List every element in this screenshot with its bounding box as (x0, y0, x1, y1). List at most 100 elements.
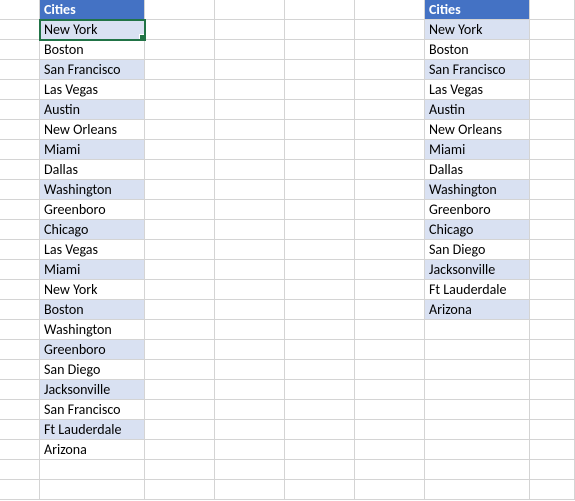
left-list-cell[interactable]: Jacksonville (40, 380, 145, 400)
left-list-cell[interactable]: Boston (40, 40, 145, 60)
empty-cell[interactable] (215, 40, 285, 60)
selected-cell[interactable]: New York (40, 20, 145, 40)
empty-cell[interactable] (215, 420, 285, 440)
empty-cell[interactable] (530, 80, 575, 100)
empty-cell[interactable] (530, 460, 575, 480)
empty-cell[interactable] (215, 480, 285, 500)
empty-cell[interactable] (145, 400, 215, 420)
right-list-cell[interactable]: Boston (425, 40, 530, 60)
empty-cell[interactable] (530, 220, 575, 240)
empty-cell[interactable] (285, 480, 355, 500)
cell[interactable] (40, 480, 145, 500)
empty-cell[interactable] (215, 140, 285, 160)
empty-cell[interactable] (145, 240, 215, 260)
empty-cell[interactable] (530, 60, 575, 80)
empty-cell[interactable] (355, 180, 425, 200)
left-list-cell[interactable]: Greenboro (40, 340, 145, 360)
empty-cell[interactable] (285, 400, 355, 420)
empty-cell[interactable] (285, 120, 355, 140)
empty-cell[interactable] (215, 300, 285, 320)
empty-cell[interactable] (0, 220, 40, 240)
left-list-cell[interactable]: New Orleans (40, 120, 145, 140)
empty-cell[interactable] (530, 160, 575, 180)
empty-cell[interactable] (145, 280, 215, 300)
left-list-cell[interactable]: Chicago (40, 220, 145, 240)
right-list-cell[interactable]: Dallas (425, 160, 530, 180)
empty-cell[interactable] (0, 80, 40, 100)
left-list-cell[interactable]: Washington (40, 320, 145, 340)
left-list-cell[interactable]: New York (40, 280, 145, 300)
empty-cell[interactable] (145, 380, 215, 400)
cell[interactable] (40, 460, 145, 480)
left-list-cell[interactable]: Las Vegas (40, 240, 145, 260)
empty-cell[interactable] (0, 100, 40, 120)
empty-cell[interactable] (530, 260, 575, 280)
cell[interactable] (425, 380, 530, 400)
right-list-cell[interactable]: Miami (425, 140, 530, 160)
empty-cell[interactable] (355, 440, 425, 460)
empty-cell[interactable] (285, 140, 355, 160)
empty-cell[interactable] (530, 380, 575, 400)
cell[interactable] (425, 360, 530, 380)
empty-cell[interactable] (355, 120, 425, 140)
empty-cell[interactable] (285, 100, 355, 120)
empty-cell[interactable] (530, 340, 575, 360)
cell[interactable] (425, 320, 530, 340)
empty-cell[interactable] (530, 420, 575, 440)
empty-cell[interactable] (215, 120, 285, 140)
empty-cell[interactable] (530, 40, 575, 60)
spreadsheet-grid[interactable]: CitiesCitiesNew YorkNew YorkBostonBoston… (0, 0, 575, 500)
empty-cell[interactable] (215, 240, 285, 260)
empty-cell[interactable] (0, 400, 40, 420)
empty-cell[interactable] (0, 480, 40, 500)
empty-cell[interactable] (0, 160, 40, 180)
left-list-cell[interactable]: Ft Lauderdale (40, 420, 145, 440)
empty-cell[interactable] (355, 240, 425, 260)
empty-cell[interactable] (530, 0, 575, 20)
right-list-cell[interactable]: San Francisco (425, 60, 530, 80)
empty-cell[interactable] (145, 420, 215, 440)
empty-cell[interactable] (0, 200, 40, 220)
right-list-cell[interactable]: Las Vegas (425, 80, 530, 100)
right-list-cell[interactable]: Jacksonville (425, 260, 530, 280)
cell[interactable] (425, 420, 530, 440)
empty-cell[interactable] (215, 360, 285, 380)
empty-cell[interactable] (0, 320, 40, 340)
empty-cell[interactable] (285, 440, 355, 460)
empty-cell[interactable] (0, 460, 40, 480)
empty-cell[interactable] (285, 320, 355, 340)
empty-cell[interactable] (355, 100, 425, 120)
empty-cell[interactable] (355, 40, 425, 60)
empty-cell[interactable] (0, 20, 40, 40)
cell[interactable] (425, 440, 530, 460)
column-header-right[interactable]: Cities (425, 0, 530, 20)
left-list-cell[interactable]: Miami (40, 140, 145, 160)
empty-cell[interactable] (530, 100, 575, 120)
empty-cell[interactable] (285, 220, 355, 240)
empty-cell[interactable] (530, 240, 575, 260)
empty-cell[interactable] (285, 160, 355, 180)
empty-cell[interactable] (355, 80, 425, 100)
empty-cell[interactable] (355, 420, 425, 440)
empty-cell[interactable] (285, 340, 355, 360)
empty-cell[interactable] (215, 400, 285, 420)
empty-cell[interactable] (215, 320, 285, 340)
empty-cell[interactable] (285, 260, 355, 280)
empty-cell[interactable] (285, 200, 355, 220)
empty-cell[interactable] (215, 60, 285, 80)
empty-cell[interactable] (0, 180, 40, 200)
empty-cell[interactable] (145, 320, 215, 340)
empty-cell[interactable] (145, 20, 215, 40)
empty-cell[interactable] (355, 360, 425, 380)
empty-cell[interactable] (285, 20, 355, 40)
empty-cell[interactable] (530, 480, 575, 500)
empty-cell[interactable] (215, 100, 285, 120)
empty-cell[interactable] (215, 280, 285, 300)
empty-cell[interactable] (530, 300, 575, 320)
left-list-cell[interactable]: Miami (40, 260, 145, 280)
empty-cell[interactable] (0, 440, 40, 460)
cell[interactable] (425, 400, 530, 420)
empty-cell[interactable] (285, 460, 355, 480)
empty-cell[interactable] (215, 460, 285, 480)
empty-cell[interactable] (0, 240, 40, 260)
